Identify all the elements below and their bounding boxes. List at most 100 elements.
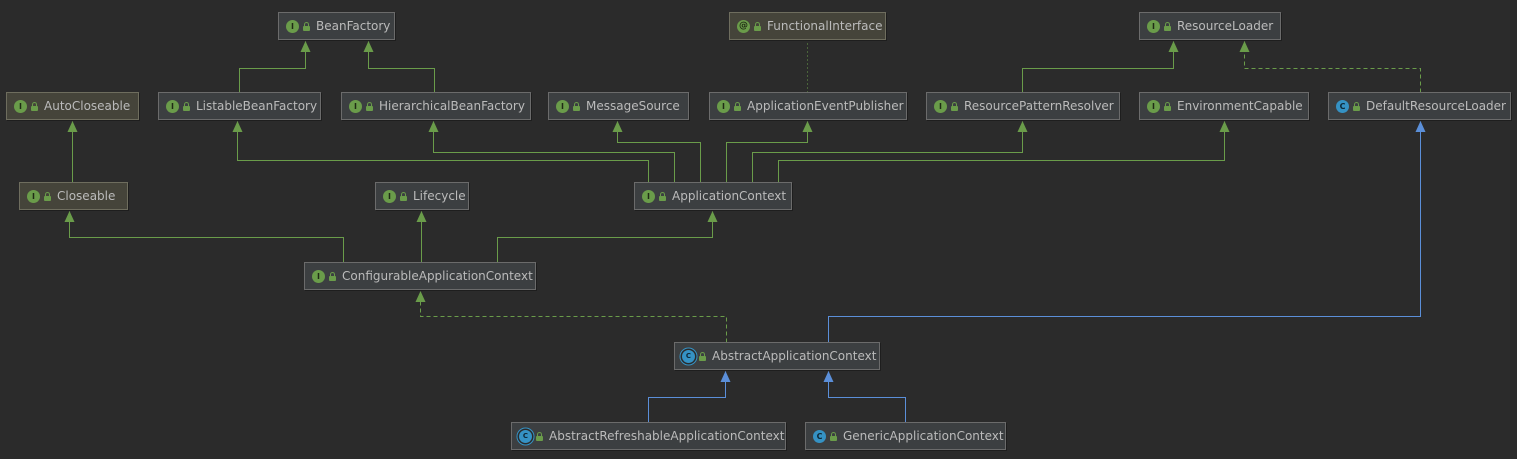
interface-badge-icon: I xyxy=(286,19,299,33)
annotation-badge-icon: @ xyxy=(737,19,750,33)
arrowhead-icon xyxy=(1415,121,1426,132)
node-resourcepatternresolver[interactable]: I ResourcePatternResolver xyxy=(926,92,1120,120)
node-closeable[interactable]: I Closeable xyxy=(19,182,128,210)
arrowhead-icon xyxy=(1017,121,1028,132)
arrowhead-icon xyxy=(416,211,427,222)
interface-badge-icon: I xyxy=(1147,19,1160,33)
interface-badge-icon: I xyxy=(642,189,655,203)
node-lifecycle[interactable]: I Lifecycle xyxy=(375,182,469,210)
arrowhead-icon xyxy=(1239,41,1250,52)
node-label: ApplicationEventPublisher xyxy=(747,99,904,113)
node-beanfactory[interactable]: I BeanFactory xyxy=(278,12,395,40)
node-label: Lifecycle xyxy=(413,189,466,203)
node-label: ConfigurableApplicationContext xyxy=(342,269,533,283)
public-lock-icon xyxy=(659,191,666,201)
edge-listablebeanfactory-to-beanfactory xyxy=(239,41,311,93)
arrowhead-icon xyxy=(415,291,426,302)
public-lock-icon xyxy=(830,431,837,441)
node-label: BeanFactory xyxy=(316,19,391,33)
node-abstractrefreshableapplicationcontext[interactable]: C AbstractRefreshableApplicationContext xyxy=(511,422,786,450)
edge-configurableapplicationcontext-to-lifecycle xyxy=(416,211,427,263)
node-functionalinterface[interactable]: @ FunctionalInterface xyxy=(729,12,886,40)
public-lock-icon xyxy=(400,191,407,201)
interface-badge-icon: I xyxy=(349,99,362,113)
node-listablebeanfactory[interactable]: I ListableBeanFactory xyxy=(158,92,321,120)
interface-badge-icon: I xyxy=(934,99,947,113)
edge-applicationcontext-to-listablebeanfactory xyxy=(232,121,649,183)
arrowhead-icon xyxy=(363,41,374,52)
public-lock-icon xyxy=(1164,101,1171,111)
public-lock-icon xyxy=(366,101,373,111)
node-label: Closeable xyxy=(57,189,116,203)
node-label: ResourcePatternResolver xyxy=(964,99,1114,113)
edge-genericapplicationcontext-to-abstractapplicationcontext xyxy=(823,371,906,423)
class-badge-icon: C xyxy=(1336,99,1349,113)
arrowhead-icon xyxy=(64,211,75,222)
node-label: ApplicationContext xyxy=(672,189,787,203)
arrowhead-icon xyxy=(1219,121,1230,132)
public-lock-icon xyxy=(734,101,741,111)
node-label: FunctionalInterface xyxy=(767,19,883,33)
node-label: HierarchicalBeanFactory xyxy=(379,99,525,113)
arrowhead-icon xyxy=(1168,41,1179,52)
interface-badge-icon: I xyxy=(556,99,569,113)
arrowhead-icon xyxy=(612,121,623,132)
edges-layer xyxy=(64,41,1426,423)
node-hierarchicalbeanfactory[interactable]: I HierarchicalBeanFactory xyxy=(341,92,531,120)
edge-applicationcontext-to-environmentcapable xyxy=(778,121,1230,183)
edge-applicationcontext-to-hierarchicalbeanfactory xyxy=(428,121,675,183)
edge-applicationcontext-to-resourcepatternresolver xyxy=(752,121,1028,183)
interface-badge-icon: I xyxy=(1147,99,1160,113)
node-abstractapplicationcontext[interactable]: C AbstractApplicationContext xyxy=(674,342,880,370)
public-lock-icon xyxy=(951,101,958,111)
arrowhead-icon xyxy=(823,371,834,382)
node-resourceloader[interactable]: I ResourceLoader xyxy=(1139,12,1281,40)
arrowhead-icon xyxy=(67,121,78,132)
node-label: AutoCloseable xyxy=(44,99,131,113)
interface-badge-icon: I xyxy=(27,189,40,203)
arrowhead-icon xyxy=(707,211,718,222)
edge-configurableapplicationcontext-to-closeable xyxy=(64,211,344,263)
edge-resourcepatternresolver-to-resourceloader xyxy=(1022,41,1179,93)
interface-badge-icon: I xyxy=(14,99,27,113)
interface-badge-icon: I xyxy=(166,99,179,113)
public-lock-icon xyxy=(329,271,336,281)
node-label: AbstractRefreshableApplicationContext xyxy=(549,429,785,443)
edge-abstractapplicationcontext-to-defaultresourceloader xyxy=(828,121,1426,343)
edge-applicationcontext-to-applicationeventpublisher xyxy=(726,121,813,183)
edge-abstractrefreshableapplicationcontext-to-abstractapplicationcontext xyxy=(648,371,731,423)
public-lock-icon xyxy=(1164,21,1171,31)
node-label: DefaultResourceLoader xyxy=(1366,99,1506,113)
interface-badge-icon: I xyxy=(717,99,730,113)
abstract-class-badge-icon: C xyxy=(682,349,695,363)
arrowhead-icon xyxy=(802,121,813,132)
node-autocloseable[interactable]: I AutoCloseable xyxy=(6,92,139,120)
public-lock-icon xyxy=(303,21,310,31)
node-genericapplicationcontext[interactable]: C GenericApplicationContext xyxy=(805,422,1006,450)
node-applicationcontext[interactable]: I ApplicationContext xyxy=(634,182,792,210)
node-defaultresourceloader[interactable]: C DefaultResourceLoader xyxy=(1328,92,1511,120)
edge-applicationcontext-to-messagesource xyxy=(612,121,701,183)
edge-defaultresourceloader-to-resourceloader xyxy=(1239,41,1421,93)
node-messagesource[interactable]: I MessageSource xyxy=(548,92,689,120)
public-lock-icon xyxy=(754,21,761,31)
interface-badge-icon: I xyxy=(312,269,325,283)
edge-closeable-to-autocloseable xyxy=(67,121,78,183)
public-lock-icon xyxy=(31,101,38,111)
node-label: ResourceLoader xyxy=(1177,19,1274,33)
node-label: MessageSource xyxy=(586,99,680,113)
node-label: AbstractApplicationContext xyxy=(712,349,877,363)
edge-hierarchicalbeanfactory-to-beanfactory xyxy=(363,41,435,93)
edge-configurableapplicationcontext-to-applicationcontext xyxy=(497,211,718,263)
arrowhead-icon xyxy=(720,371,731,382)
node-configurableapplicationcontext[interactable]: I ConfigurableApplicationContext xyxy=(304,262,536,290)
node-environmentcapable[interactable]: I EnvironmentCapable xyxy=(1139,92,1309,120)
edge-abstractapplicationcontext-to-configurableapplicationcontext xyxy=(415,291,727,343)
interface-badge-icon: I xyxy=(383,189,396,203)
arrowhead-icon xyxy=(232,121,243,132)
public-lock-icon xyxy=(183,101,190,111)
public-lock-icon xyxy=(699,351,706,361)
arrowhead-icon xyxy=(300,41,311,52)
abstract-class-badge-icon: C xyxy=(519,429,532,443)
node-applicationeventpublisher[interactable]: I ApplicationEventPublisher xyxy=(709,92,907,120)
